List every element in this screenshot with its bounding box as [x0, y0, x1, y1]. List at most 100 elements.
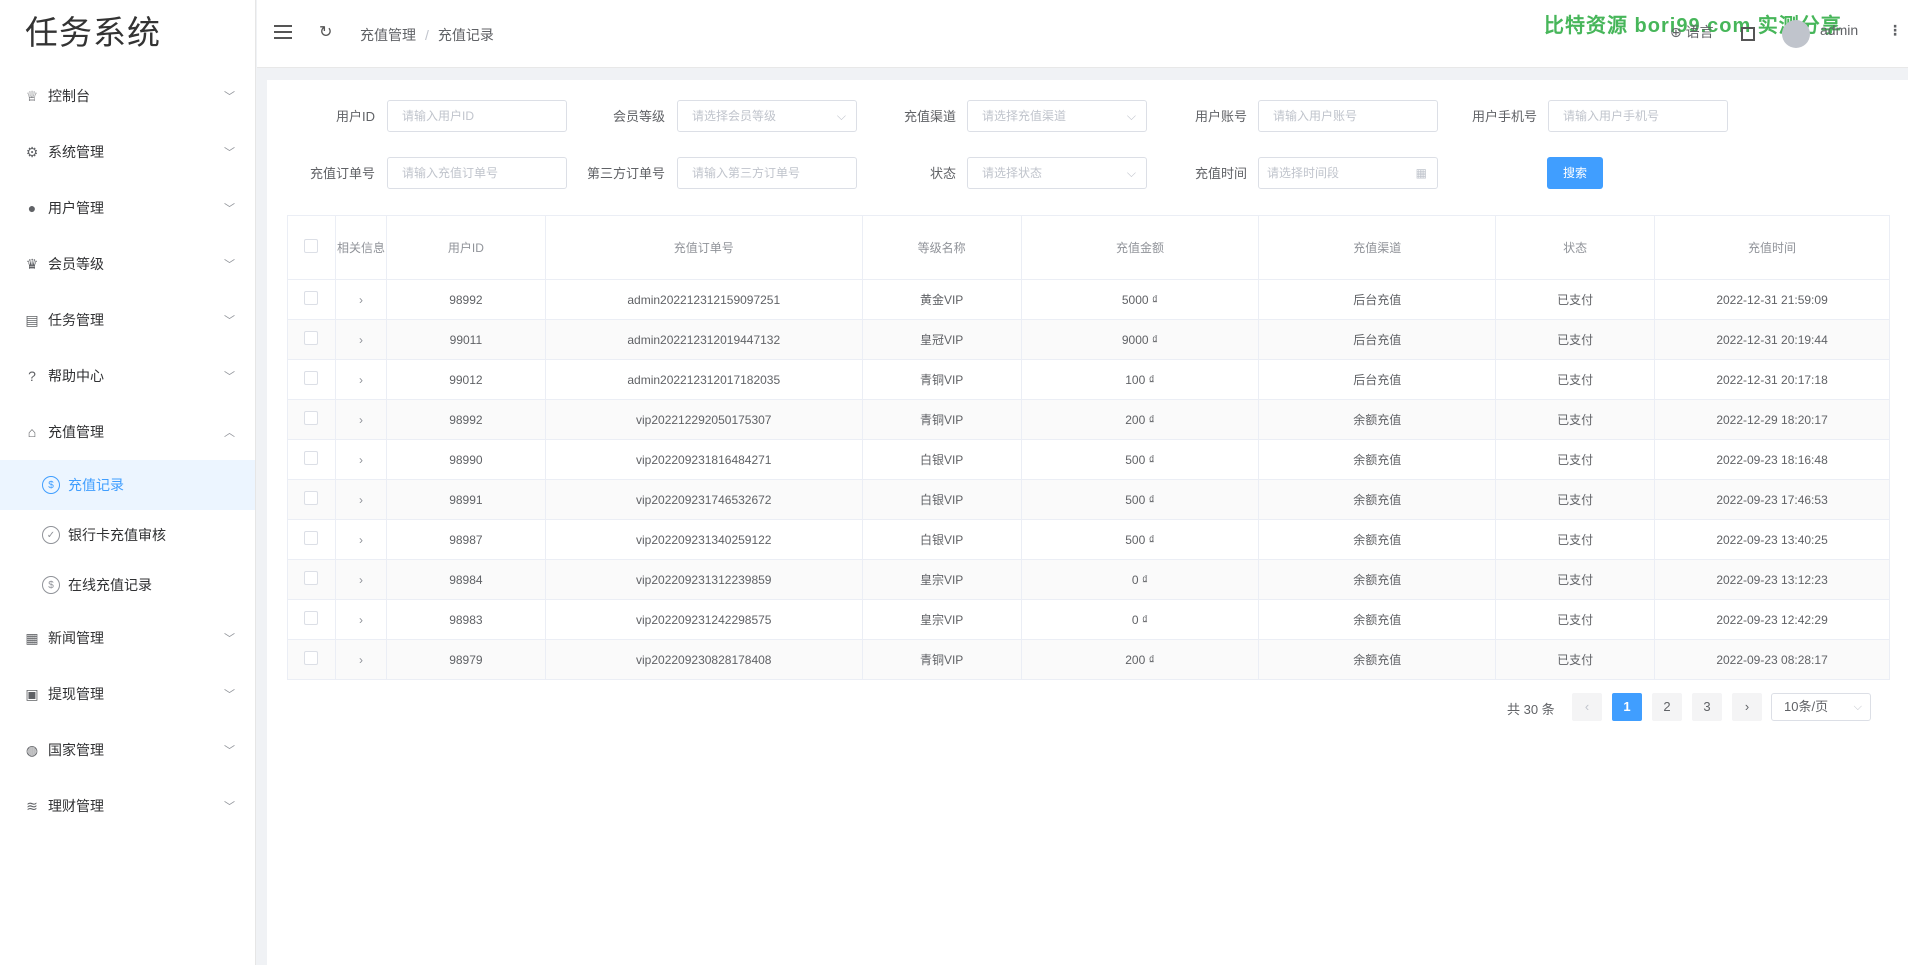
row-checkbox[interactable]: [304, 531, 319, 545]
question-icon: ?: [28, 368, 36, 384]
phone-input[interactable]: 请输入用户手机号: [1548, 100, 1728, 132]
row-checkbox[interactable]: [304, 571, 319, 585]
gear-icon: ⚙: [25, 143, 39, 160]
table-header-row: 相关信息 用户ID 充值订单号 等级名称 充值金额 充值渠道 状态 充值时间: [287, 215, 1890, 280]
row-checkbox[interactable]: [304, 451, 319, 465]
cell-level: 白银VIP: [861, 439, 1022, 480]
next-page-button[interactable]: ›: [1732, 693, 1762, 721]
account-label: 用户账号: [1194, 109, 1247, 124]
row-checkbox[interactable]: [304, 651, 319, 665]
sidebar-item-6[interactable]: ⌂ 充值管理 ︿: [0, 404, 255, 460]
cell-channel: 余额充值: [1258, 439, 1497, 480]
status-select[interactable]: 请选择状态 ⌵: [967, 157, 1147, 189]
member-level-select[interactable]: 请选择会员等级 ⌵: [677, 100, 857, 132]
sidebar-item-7[interactable]: ▦ 新闻管理 ﹀: [0, 610, 255, 666]
row-checkbox[interactable]: [304, 331, 319, 345]
order-no-input[interactable]: 请输入充值订单号: [387, 157, 567, 189]
sidebar-subitem-0[interactable]: $ 充值记录: [0, 460, 255, 510]
row-checkbox[interactable]: [304, 371, 319, 385]
sidebar-item-9[interactable]: ◍ 国家管理 ﹀: [0, 722, 255, 778]
breadcrumb: 充值管理 / 充值记录: [360, 25, 494, 45]
globe-icon: ⊕: [1670, 24, 1682, 40]
col-time: 充值时间: [1654, 215, 1890, 280]
table-row: › 98991 vip202209231746532672 白银VIP 500 ₫ 余额充…: [287, 479, 1890, 520]
avatar[interactable]: [1782, 20, 1810, 48]
col-order-no: 充值订单号: [544, 215, 863, 280]
chevron-right-icon[interactable]: ›: [359, 413, 363, 427]
chevron-right-icon[interactable]: ›: [359, 493, 363, 507]
hamburger-icon[interactable]: [274, 25, 292, 39]
row-expand-cell: ›: [334, 519, 387, 560]
chevron-down-icon: ﹀: [224, 203, 235, 215]
channel-select[interactable]: 请选择充值渠道 ⌵: [967, 100, 1147, 132]
page-button-3[interactable]: 3: [1692, 693, 1722, 721]
chevron-right-icon[interactable]: ›: [359, 373, 363, 387]
breadcrumb-separator: /: [425, 27, 429, 43]
row-checkbox[interactable]: [304, 411, 319, 425]
page-size-value: 10条/页: [1784, 699, 1829, 714]
check-circle-icon: ✓: [42, 526, 60, 544]
account-input[interactable]: 请输入用户账号: [1258, 100, 1438, 132]
chevron-right-icon[interactable]: ›: [359, 533, 363, 547]
page-button-1[interactable]: 1: [1612, 693, 1642, 721]
cell-amount: 500 ₫: [1020, 439, 1260, 480]
globe-icon: ◍: [25, 741, 39, 758]
cell-amount: 500 ₫: [1020, 519, 1260, 560]
sidebar-item-8[interactable]: ▣ 提现管理 ﹀: [0, 666, 255, 722]
chevron-right-icon[interactable]: ›: [359, 293, 363, 307]
sidebar-item-1[interactable]: ⚙ 系统管理 ﹀: [0, 124, 255, 180]
chevron-right-icon[interactable]: ›: [359, 333, 363, 347]
search-button[interactable]: 搜索: [1547, 157, 1603, 189]
sidebar-subitem-label: 银行卡充值审核: [68, 527, 166, 543]
row-checkbox[interactable]: [304, 491, 319, 505]
sidebar-item-3[interactable]: ♛ 会员等级 ﹀: [0, 236, 255, 292]
sidebar-item-2[interactable]: ● 用户管理 ﹀: [0, 180, 255, 236]
user-icon: ●: [27, 200, 37, 216]
row-select-cell: [287, 359, 336, 400]
select-all-checkbox[interactable]: [304, 239, 319, 253]
user-name[interactable]: admin: [1820, 22, 1858, 38]
user-id-input[interactable]: 请输入用户ID: [387, 100, 567, 132]
chevron-right-icon[interactable]: ›: [359, 573, 363, 587]
cell-amount: 200 ₫: [1020, 639, 1260, 680]
cell-channel: 后台充值: [1258, 319, 1497, 360]
page-button-2[interactable]: 2: [1652, 693, 1682, 721]
sidebar-subitem-2[interactable]: $ 在线充值记录: [0, 560, 255, 610]
sidebar-subitem-1[interactable]: ✓ 银行卡充值审核: [0, 510, 255, 560]
row-checkbox[interactable]: [304, 611, 319, 625]
refresh-icon[interactable]: ↻: [319, 22, 332, 42]
cell-user-id: 98990: [385, 439, 546, 480]
status-placeholder: 请选择状态: [982, 166, 1043, 180]
row-expand-cell: ›: [334, 439, 387, 480]
row-expand-cell: ›: [334, 479, 387, 520]
chevron-right-icon[interactable]: ›: [359, 653, 363, 667]
chevron-right-icon[interactable]: ›: [359, 453, 363, 467]
page-size-select[interactable]: 10条/页 ⌵: [1771, 693, 1871, 721]
cell-amount: 0 ₫: [1020, 559, 1260, 600]
language-switch[interactable]: ⊕ 语言: [1670, 22, 1714, 42]
chevron-right-icon[interactable]: ›: [359, 613, 363, 627]
breadcrumb-item-recharge-manage[interactable]: 充值管理: [360, 27, 416, 43]
cell-order: vip202209231242298575: [544, 599, 863, 640]
sidebar-item-0[interactable]: ♕ 控制台 ﹀: [0, 68, 255, 124]
sidebar-item-5[interactable]: ? 帮助中心 ﹀: [0, 348, 255, 404]
coin-circle-icon: $: [42, 576, 60, 594]
row-checkbox[interactable]: [304, 291, 319, 305]
col-related-info: 相关信息: [334, 215, 387, 280]
sidebar-item-10[interactable]: ≋ 理财管理 ﹀: [0, 778, 255, 834]
cell-user-id: 99011: [385, 319, 546, 360]
more-vertical-icon[interactable]: ⋮: [1888, 22, 1902, 39]
cell-user-id: 98983: [385, 599, 546, 640]
cell-amount: 100 ₫: [1020, 359, 1260, 400]
time-range-picker[interactable]: 请选择时间段 ▦: [1258, 157, 1438, 189]
row-expand-cell: ›: [334, 599, 387, 640]
member-level-label: 会员等级: [612, 109, 665, 124]
cell-channel: 余额充值: [1258, 399, 1497, 440]
third-order-no-input[interactable]: 请输入第三方订单号: [677, 157, 857, 189]
sidebar-item-label: 国家管理: [48, 742, 104, 758]
prev-page-button[interactable]: ‹: [1572, 693, 1602, 721]
sidebar-item-label: 帮助中心: [48, 368, 104, 384]
chevron-down-icon: ﹀: [224, 801, 235, 813]
fullscreen-icon[interactable]: [1741, 27, 1755, 41]
sidebar-item-4[interactable]: ▤ 任务管理 ﹀: [0, 292, 255, 348]
